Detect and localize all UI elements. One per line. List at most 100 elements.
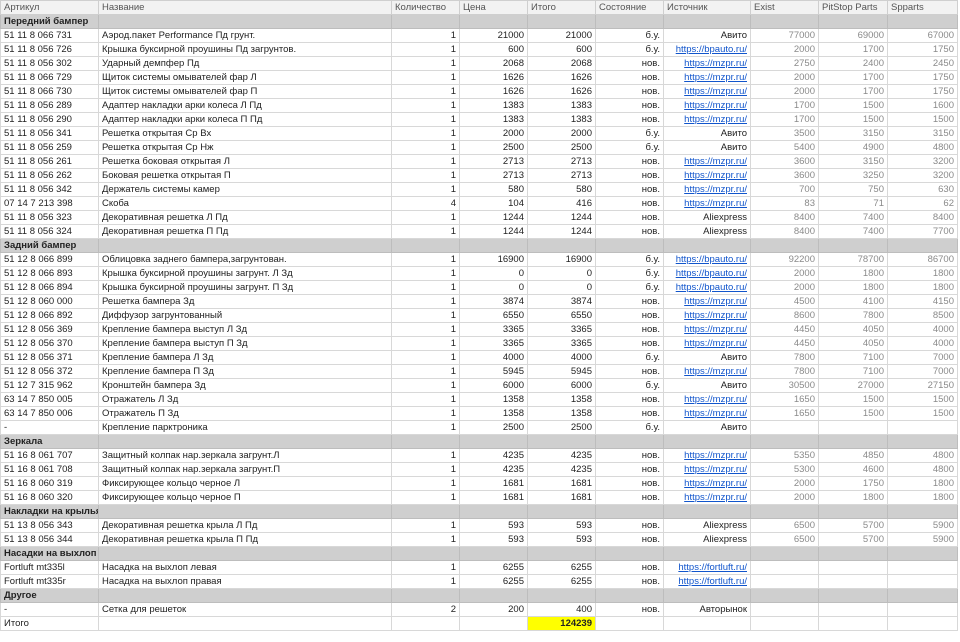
col-price-cell[interactable]: 2713 bbox=[459, 154, 528, 169]
col-condition-cell[interactable]: б.у. bbox=[595, 350, 664, 365]
col-condition-cell[interactable]: нов. bbox=[595, 364, 664, 379]
col-quantity-cell[interactable]: 1 bbox=[391, 168, 460, 183]
col-name-cell[interactable]: Фиксирующее кольцо черное П bbox=[98, 490, 392, 505]
col-quantity-cell[interactable]: 1 bbox=[391, 28, 460, 43]
col-source-cell[interactable]: https://mzpr.ru/ bbox=[663, 56, 751, 71]
col-source-cell[interactable]: Авито bbox=[663, 140, 751, 155]
col-pitstop-cell[interactable]: 1800 bbox=[818, 266, 888, 281]
col-price-cell[interactable]: 593 bbox=[459, 518, 528, 533]
source-link[interactable]: https://fortluft.ru/ bbox=[678, 562, 747, 573]
section-empty-cell[interactable] bbox=[391, 504, 460, 519]
section-empty-cell[interactable] bbox=[527, 504, 596, 519]
col-condition-cell[interactable]: нов. bbox=[595, 112, 664, 127]
col-name-cell[interactable]: Ударный демпфер Пд bbox=[98, 56, 392, 71]
col-quantity-cell[interactable]: 1 bbox=[391, 56, 460, 71]
col-total-cell[interactable]: 2713 bbox=[527, 168, 596, 183]
col-pitstop-cell[interactable]: 7800 bbox=[818, 308, 888, 323]
col-source-cell[interactable]: https://mzpr.ru/ bbox=[663, 154, 751, 169]
col-spparts-cell[interactable]: 1750 bbox=[887, 42, 958, 57]
col-quantity-cell[interactable]: 1 bbox=[391, 280, 460, 295]
col-pitstop-cell[interactable]: 1500 bbox=[818, 98, 888, 113]
col-source-cell[interactable]: https://bpauto.ru/ bbox=[663, 266, 751, 281]
section-empty-cell[interactable] bbox=[887, 504, 958, 519]
section-empty-cell[interactable] bbox=[459, 504, 528, 519]
col-source-cell[interactable]: https://mzpr.ru/ bbox=[663, 168, 751, 183]
col-name-cell[interactable]: Решетка открытая Ср Вх bbox=[98, 126, 392, 141]
col-pitstop-cell[interactable]: 750 bbox=[818, 182, 888, 197]
col-exist-cell[interactable]: 2000 bbox=[750, 490, 819, 505]
col-total-cell[interactable]: 3874 bbox=[527, 294, 596, 309]
col-exist-cell[interactable]: 4450 bbox=[750, 322, 819, 337]
col-source-cell[interactable]: Aliexpress bbox=[663, 224, 751, 239]
col-condition-cell[interactable]: нов. bbox=[595, 70, 664, 85]
col-article-cell[interactable]: 51 11 8 056 342 bbox=[0, 182, 99, 197]
col-total-cell[interactable]: 1244 bbox=[527, 224, 596, 239]
col-total-cell[interactable]: 6000 bbox=[527, 378, 596, 393]
col-pitstop-cell[interactable]: 3150 bbox=[818, 154, 888, 169]
col-spparts-cell[interactable]: 2450 bbox=[887, 56, 958, 71]
col-price-cell[interactable]: 16900 bbox=[459, 252, 528, 267]
col-article-cell[interactable]: 07 14 7 213 398 bbox=[0, 196, 99, 211]
col-exist-cell[interactable]: 4450 bbox=[750, 336, 819, 351]
col-pitstop-cell[interactable]: 1700 bbox=[818, 42, 888, 57]
section-empty-cell[interactable] bbox=[750, 14, 819, 29]
col-condition-cell[interactable]: нов. bbox=[595, 532, 664, 547]
col-exist-cell[interactable]: 7800 bbox=[750, 350, 819, 365]
col-total-cell[interactable]: 4235 bbox=[527, 462, 596, 477]
col-name-cell[interactable]: Адаптер накладки арки колеса П Пд bbox=[98, 112, 392, 127]
col-spparts-cell[interactable]: 4000 bbox=[887, 336, 958, 351]
col-spparts-cell[interactable]: 4800 bbox=[887, 462, 958, 477]
col-quantity-cell[interactable]: 1 bbox=[391, 294, 460, 309]
col-exist-cell[interactable]: 6500 bbox=[750, 532, 819, 547]
col-total-cell[interactable]: 580 bbox=[527, 182, 596, 197]
col-pitstop-cell[interactable]: 69000 bbox=[818, 28, 888, 43]
col-name-cell[interactable]: Скоба bbox=[98, 196, 392, 211]
col-source-cell[interactable]: https://fortluft.ru/ bbox=[663, 560, 751, 575]
col-name-cell[interactable]: Решетка бампера Зд bbox=[98, 294, 392, 309]
source-link[interactable]: https://mzpr.ru/ bbox=[684, 366, 747, 377]
col-price-cell[interactable]: 3365 bbox=[459, 336, 528, 351]
col-quantity-cell[interactable]: 1 bbox=[391, 224, 460, 239]
col-spparts-cell[interactable] bbox=[887, 574, 958, 589]
col-article-cell[interactable]: 51 11 8 056 726 bbox=[0, 42, 99, 57]
col-price-cell[interactable]: 1244 bbox=[459, 224, 528, 239]
col-exist-cell[interactable]: 2000 bbox=[750, 280, 819, 295]
section-empty-cell[interactable] bbox=[818, 588, 888, 603]
col-condition-cell[interactable]: б.у. bbox=[595, 280, 664, 295]
col-price-cell[interactable]: 2713 bbox=[459, 168, 528, 183]
col-spparts-cell[interactable]: 630 bbox=[887, 182, 958, 197]
col-quantity-cell[interactable]: 1 bbox=[391, 420, 460, 435]
col-spparts-cell[interactable]: 4000 bbox=[887, 322, 958, 337]
col-article-cell[interactable]: 51 12 8 066 899 bbox=[0, 252, 99, 267]
col-price-cell[interactable]: 6550 bbox=[459, 308, 528, 323]
col-pitstop-cell[interactable]: 7100 bbox=[818, 350, 888, 365]
col-pitstop-cell[interactable]: 7100 bbox=[818, 364, 888, 379]
header-cell-col-condition[interactable]: Состояние bbox=[595, 0, 664, 15]
section-title-cell[interactable]: Передний бампер bbox=[0, 14, 99, 29]
col-total-cell[interactable]: 5945 bbox=[527, 364, 596, 379]
col-quantity-cell[interactable]: 1 bbox=[391, 336, 460, 351]
source-link[interactable]: https://mzpr.ru/ bbox=[684, 324, 747, 335]
col-spparts-cell[interactable]: 1800 bbox=[887, 476, 958, 491]
col-spparts-cell[interactable]: 1500 bbox=[887, 112, 958, 127]
col-quantity-cell[interactable]: 4 bbox=[391, 196, 460, 211]
section-empty-cell[interactable] bbox=[595, 504, 664, 519]
col-price-cell[interactable]: 104 bbox=[459, 196, 528, 211]
section-empty-cell[interactable] bbox=[887, 434, 958, 449]
total-empty-cell[interactable] bbox=[750, 616, 819, 631]
col-quantity-cell[interactable]: 1 bbox=[391, 378, 460, 393]
source-link[interactable]: https://mzpr.ru/ bbox=[684, 170, 747, 181]
col-name-cell[interactable]: Щиток системы омывателей фар П bbox=[98, 84, 392, 99]
col-article-cell[interactable]: 51 13 8 056 343 bbox=[0, 518, 99, 533]
section-empty-cell[interactable] bbox=[750, 238, 819, 253]
col-source-cell[interactable]: Aliexpress bbox=[663, 532, 751, 547]
header-cell-col-name[interactable]: Название bbox=[98, 0, 392, 15]
section-empty-cell[interactable] bbox=[459, 588, 528, 603]
col-quantity-cell[interactable]: 1 bbox=[391, 140, 460, 155]
col-article-cell[interactable]: 51 11 8 066 729 bbox=[0, 70, 99, 85]
section-empty-cell[interactable] bbox=[818, 546, 888, 561]
col-name-cell[interactable]: Решетка боковая открытая Л bbox=[98, 154, 392, 169]
col-price-cell[interactable]: 1681 bbox=[459, 476, 528, 491]
col-article-cell[interactable]: 51 12 8 066 893 bbox=[0, 266, 99, 281]
col-pitstop-cell[interactable]: 4900 bbox=[818, 140, 888, 155]
